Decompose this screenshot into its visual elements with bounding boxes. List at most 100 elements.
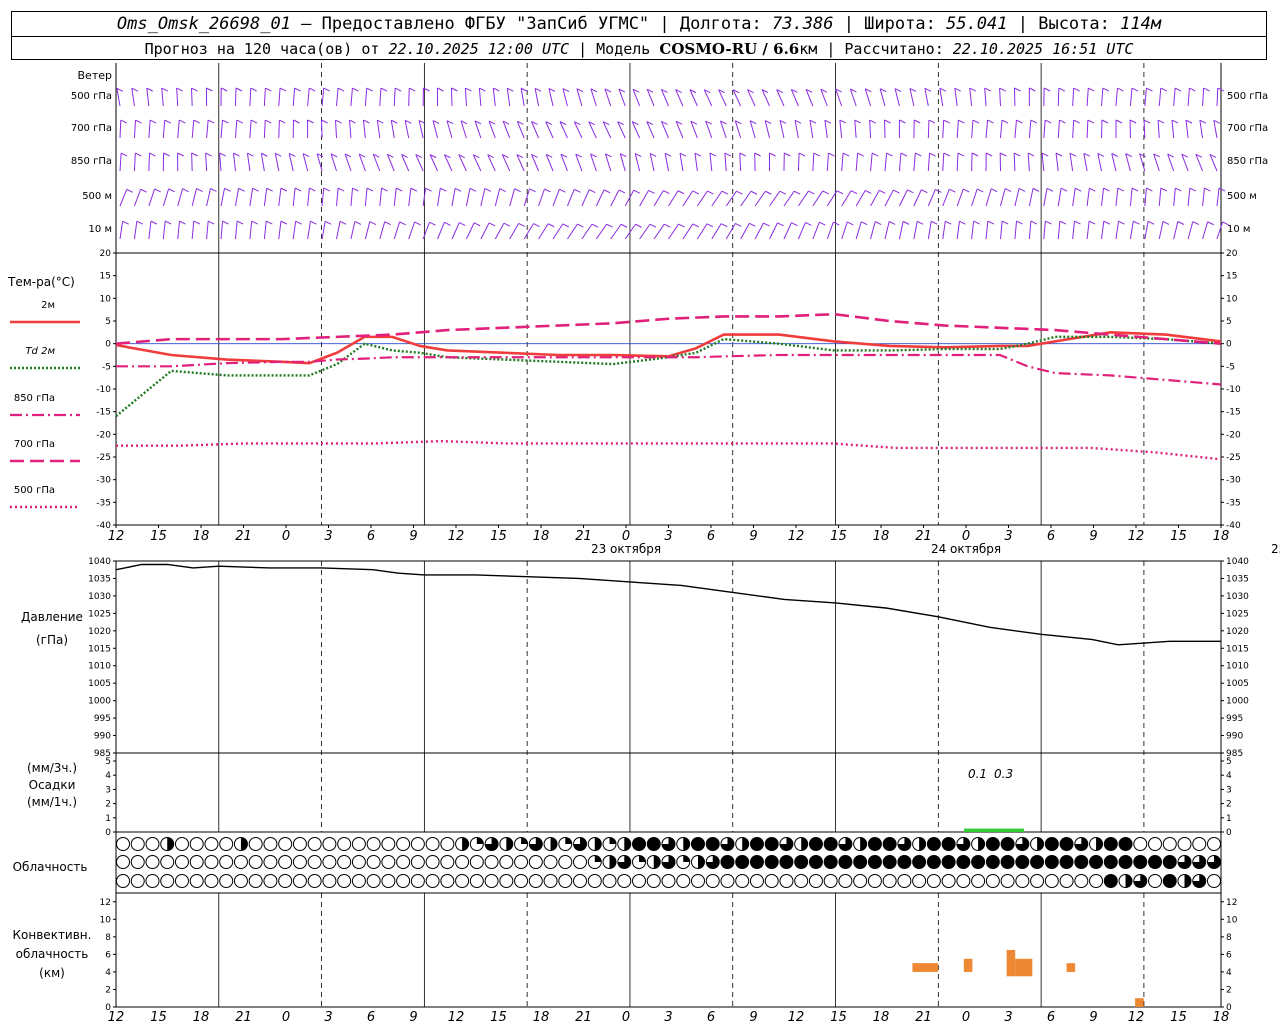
wind-barb-shaft bbox=[581, 223, 593, 240]
wind-barb-flag bbox=[1073, 119, 1080, 124]
precip-y-label: 3 bbox=[105, 785, 111, 795]
wind-barb-flag bbox=[544, 188, 551, 193]
wind-barb-shaft bbox=[415, 154, 424, 172]
wind-barb-shaft bbox=[624, 189, 635, 207]
wind-barb bbox=[401, 154, 410, 172]
wind-barb-flag bbox=[603, 189, 611, 194]
cloud-symbol bbox=[278, 874, 293, 888]
wind-barb-flag bbox=[323, 87, 330, 92]
cloud-symbol bbox=[956, 837, 971, 851]
wind-barb bbox=[747, 89, 756, 107]
wind-barb bbox=[595, 189, 611, 207]
wind-barb bbox=[560, 153, 568, 172]
wind-barb bbox=[148, 220, 158, 240]
cloud-symbol bbox=[587, 874, 602, 888]
wind-barb bbox=[812, 190, 829, 207]
wind-barb bbox=[1057, 119, 1066, 139]
pressure-y-label: 1020 bbox=[88, 627, 111, 637]
cloud-symbol bbox=[174, 855, 189, 869]
wind-barb bbox=[263, 87, 272, 107]
wind-barb-flag bbox=[1029, 87, 1036, 92]
conv-y-label-right: 6 bbox=[1226, 950, 1232, 960]
wind-barb bbox=[689, 89, 698, 107]
wind-barb bbox=[278, 187, 288, 207]
wind-barb-shaft bbox=[480, 188, 486, 207]
wind-barb-shaft bbox=[971, 221, 975, 240]
wind-barb bbox=[1129, 87, 1139, 107]
wind-barb bbox=[1027, 152, 1035, 172]
cloud-symbol bbox=[1133, 874, 1148, 888]
wind-barb bbox=[581, 223, 599, 240]
cloud-symbol bbox=[823, 837, 838, 851]
wind-barb-shaft bbox=[545, 121, 554, 139]
wind-barb-flag bbox=[339, 220, 347, 225]
wind-barb bbox=[576, 88, 584, 107]
wind-barb bbox=[942, 188, 956, 207]
wind-barb-shaft bbox=[870, 153, 873, 172]
wind-barb-shaft bbox=[1158, 188, 1162, 207]
wind-barb-flag bbox=[222, 119, 229, 124]
cloud-symbol bbox=[867, 837, 882, 851]
wind-barb-flag bbox=[266, 220, 273, 225]
wind-barb-shaft bbox=[1043, 188, 1048, 207]
cloud-symbol bbox=[130, 874, 145, 888]
wind-barb-shaft bbox=[1213, 120, 1218, 139]
cloud-symbol bbox=[278, 855, 293, 869]
cloud-circle bbox=[351, 855, 366, 869]
wind-barb-flag bbox=[1147, 220, 1155, 225]
cloud-fill bbox=[720, 855, 734, 869]
cloud-symbol bbox=[1192, 874, 1207, 888]
wind-barb-shaft bbox=[1173, 188, 1176, 207]
wind-barb bbox=[348, 119, 356, 139]
wind-barb-shaft bbox=[1000, 188, 1006, 207]
wind-barb bbox=[718, 89, 727, 107]
wind-barb-shaft bbox=[336, 188, 339, 207]
wind-barb bbox=[1144, 87, 1153, 107]
cloud-symbol bbox=[455, 855, 470, 869]
wind-barb bbox=[783, 222, 798, 240]
wind-barb-flag bbox=[126, 188, 134, 193]
cloud-circle bbox=[189, 874, 204, 888]
wind-barb bbox=[884, 152, 893, 172]
wind-barb bbox=[841, 221, 854, 240]
cloud-symbol bbox=[307, 874, 322, 888]
cloud-symbol bbox=[396, 837, 411, 851]
wind-barb-flag bbox=[440, 187, 447, 192]
cloud-symbol bbox=[440, 855, 455, 869]
conv-block bbox=[912, 963, 939, 972]
cloud-circle bbox=[351, 837, 366, 851]
cloud-symbol bbox=[1000, 837, 1015, 851]
temp-y-label-right: -15 bbox=[1226, 408, 1241, 418]
wind-barb bbox=[386, 153, 395, 172]
wind-barb bbox=[404, 119, 412, 139]
wind-barb-shaft bbox=[162, 120, 166, 139]
wind-barb-shaft bbox=[1129, 88, 1133, 107]
wind-barb-shaft bbox=[133, 120, 137, 139]
wind-barb-flag bbox=[1146, 87, 1153, 92]
wind-barb-shaft bbox=[999, 87, 1001, 107]
wind-barb-shaft bbox=[1069, 153, 1074, 172]
wind-barb-shaft bbox=[1028, 221, 1032, 240]
cloud-fill bbox=[167, 837, 174, 851]
conv-y-label-right: 2 bbox=[1226, 985, 1232, 995]
wind-barb bbox=[1057, 187, 1068, 207]
wind-barb-shaft bbox=[1101, 221, 1105, 240]
wind-barb bbox=[494, 188, 506, 207]
wind-barb-shaft bbox=[206, 221, 209, 240]
temp-y-label-right: 5 bbox=[1226, 317, 1232, 327]
wind-barb-flag bbox=[1044, 119, 1052, 124]
wind-barb-shaft bbox=[797, 222, 806, 240]
wind-barb bbox=[1115, 187, 1125, 207]
wind-barb bbox=[835, 88, 843, 107]
wind-barb bbox=[971, 152, 979, 172]
temp-y-label: 10 bbox=[100, 294, 112, 304]
wind-barb-flag bbox=[777, 222, 784, 227]
x-tick-label: 18 bbox=[533, 1010, 550, 1024]
temp-y-label: -20 bbox=[96, 430, 111, 440]
wind-barb-shaft bbox=[520, 88, 525, 107]
cloud-circle bbox=[174, 874, 189, 888]
wind-barb bbox=[432, 120, 440, 139]
wind-barb-flag bbox=[280, 220, 288, 225]
temp-y-label: 5 bbox=[105, 317, 111, 327]
wind-barb bbox=[451, 222, 466, 240]
